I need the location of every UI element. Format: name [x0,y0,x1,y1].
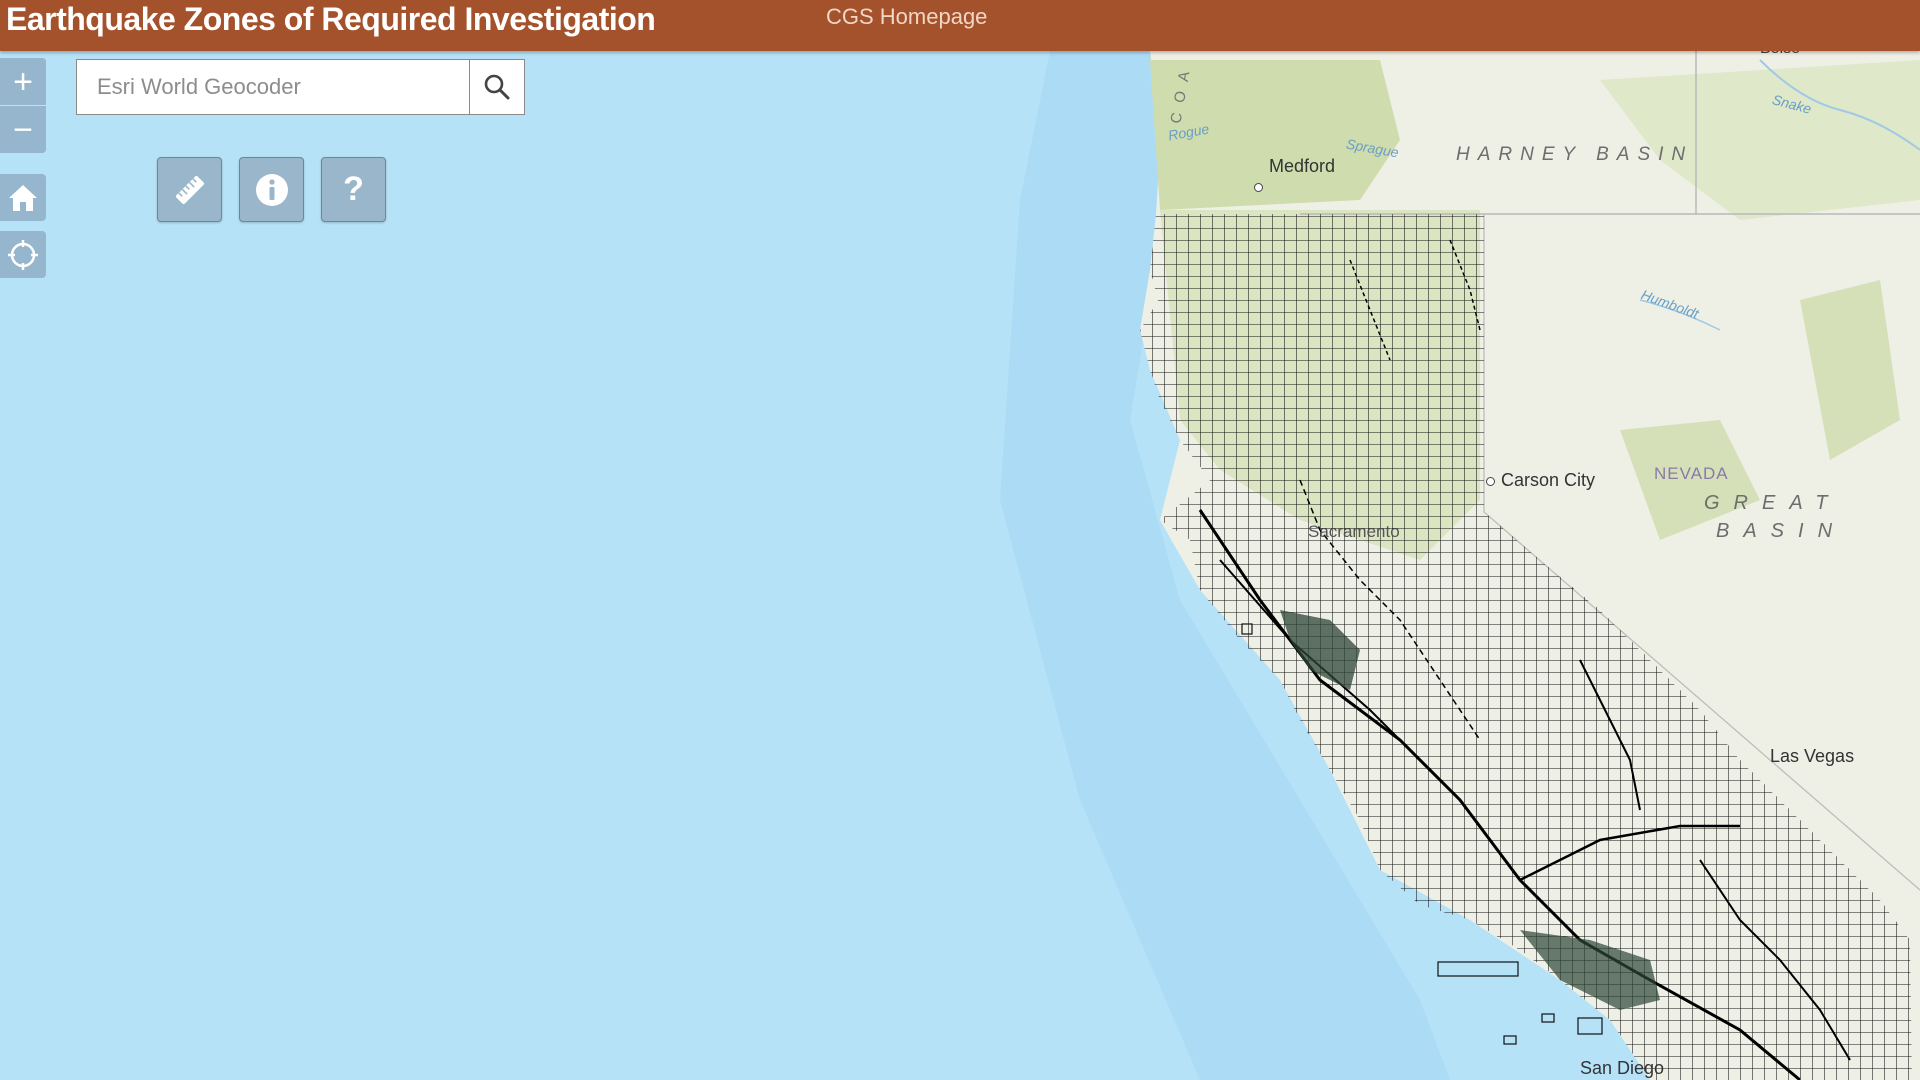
app-header: Earthquake Zones of Required Investigati… [0,0,1920,51]
label-las-vegas: Las Vegas [1770,746,1855,766]
zoom-controls: + − [0,58,46,153]
locate-icon [8,239,38,270]
label-carson-city: Carson City [1486,470,1595,491]
info-button[interactable] [239,157,304,222]
search-input[interactable] [77,60,469,114]
ruler-icon [175,175,204,204]
zoom-out-button[interactable]: − [0,105,46,153]
cgs-homepage-link[interactable]: CGS Homepage [826,0,987,34]
locate-button[interactable] [0,231,46,278]
help-icon: ? [343,170,364,208]
help-button[interactable]: ? [321,157,386,222]
label-harney-basin: HARNEY BASIN [1456,144,1694,165]
label-basin: BASIN [1716,520,1847,542]
home-icon [9,184,37,211]
label-sacramento: Sacramento [1308,522,1400,541]
search-icon [484,74,510,100]
measure-button[interactable] [157,157,222,222]
zoom-in-button[interactable]: + [0,58,46,105]
home-button[interactable] [0,174,46,221]
label-nevada: NEVADA [1654,464,1729,483]
label-medford: Medford [1254,156,1335,192]
geocoder-search [76,59,525,115]
label-san-diego: San Diego [1580,1058,1665,1078]
info-icon [255,173,288,206]
label-great: GREAT [1704,492,1842,514]
search-button[interactable] [469,60,524,114]
app-title: Earthquake Zones of Required Investigati… [6,1,656,37]
